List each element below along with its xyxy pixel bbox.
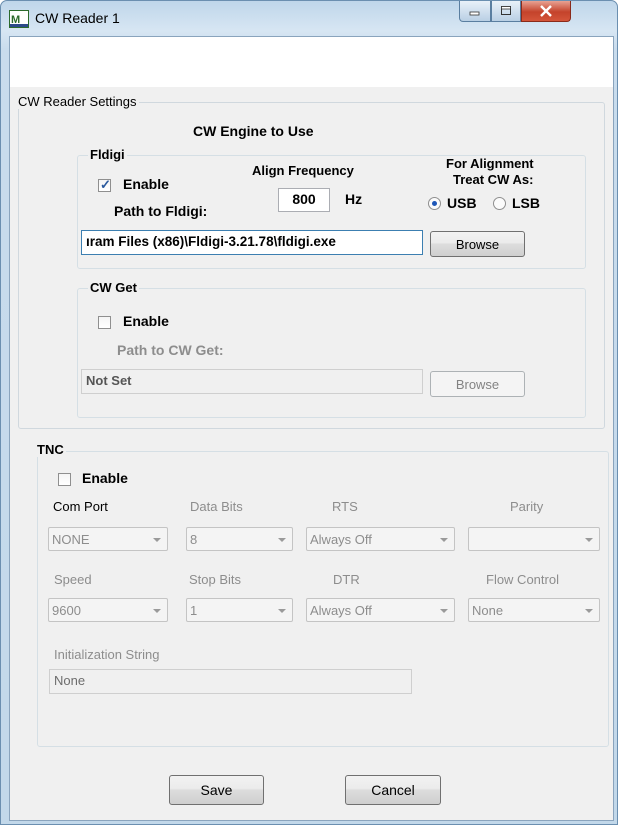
cwget-enable-checkbox[interactable]	[98, 316, 111, 329]
save-button[interactable]: Save	[169, 775, 264, 805]
align-frequency-input[interactable]: 800	[278, 188, 330, 212]
lsb-radio[interactable]	[493, 197, 506, 210]
cw-reader-settings-label: CW Reader Settings	[16, 94, 139, 109]
minimize-button[interactable]	[459, 1, 491, 22]
fldigi-enable-label: Enable	[123, 176, 169, 192]
dtr-select[interactable]: Always Off	[306, 598, 455, 622]
tnc-enable-checkbox[interactable]	[58, 473, 71, 486]
engine-heading: CW Engine to Use	[193, 123, 314, 139]
stop-bits-label: Stop Bits	[189, 572, 242, 587]
lsb-label: LSB	[512, 195, 540, 211]
init-string-label: Initialization String	[54, 647, 160, 662]
app-icon: M	[9, 10, 29, 28]
window-frame: M CW Reader 1 CW Reader Settings CW Engi…	[0, 0, 618, 825]
path-to-cwget-label: Path to CW Get:	[117, 342, 224, 358]
checkmark-icon: ✓	[100, 177, 111, 192]
init-string-input[interactable]: None	[49, 669, 412, 694]
dtr-value: Always Off	[310, 603, 372, 618]
fldigi-path-input[interactable]: ıram Files (x86)\Fldigi-3.21.78\fldigi.e…	[81, 230, 423, 255]
chevron-down-icon	[278, 609, 286, 613]
tnc-label: TNC	[35, 442, 66, 457]
stop-bits-value: 1	[190, 603, 198, 618]
cwget-label: CW Get	[88, 280, 139, 295]
flow-control-select[interactable]: None	[468, 598, 600, 622]
caption-buttons	[459, 1, 571, 23]
speed-value: 9600	[52, 603, 81, 618]
close-button[interactable]	[521, 1, 571, 22]
for-alignment-label: For Alignment	[446, 156, 534, 171]
speed-label: Speed	[54, 572, 92, 587]
minimize-icon	[469, 11, 480, 16]
radio-selected-dot	[432, 201, 437, 206]
fldigi-browse-button[interactable]: Browse	[430, 231, 525, 257]
chevron-down-icon	[278, 538, 286, 542]
usb-label: USB	[447, 195, 477, 211]
rts-label: RTS	[332, 499, 358, 514]
fldigi-label: Fldigi	[88, 147, 127, 162]
data-bits-select[interactable]: 8	[186, 527, 293, 551]
chevron-down-icon	[585, 609, 593, 613]
flow-control-value: None	[472, 603, 504, 618]
maximize-icon	[501, 6, 511, 15]
parity-select[interactable]	[468, 527, 600, 551]
chevron-down-icon	[153, 538, 161, 542]
hz-label: Hz	[345, 191, 363, 207]
data-bits-value: 8	[190, 532, 198, 547]
cwget-path-input[interactable]: Not Set	[81, 369, 423, 394]
path-to-fldigi-label: Path to Fldigi:	[114, 203, 208, 219]
title-bar[interactable]: M CW Reader 1	[1, 1, 617, 35]
usb-radio[interactable]	[428, 197, 441, 210]
menu-strip-area	[10, 37, 613, 87]
window-title: CW Reader 1	[35, 10, 120, 26]
data-bits-label: Data Bits	[190, 499, 243, 514]
com-port-label: Com Port	[53, 499, 108, 514]
close-icon	[540, 5, 552, 17]
dtr-label: DTR	[333, 572, 360, 587]
rts-select[interactable]: Always Off	[306, 527, 455, 551]
flow-control-label: Flow Control	[486, 572, 559, 587]
tnc-enable-label: Enable	[82, 470, 128, 486]
treat-cw-as-label: Treat CW As:	[453, 172, 534, 187]
chevron-down-icon	[153, 609, 161, 613]
speed-select[interactable]: 9600	[48, 598, 168, 622]
chevron-down-icon	[440, 538, 448, 542]
client-area: CW Reader Settings CW Engine to Use Fldi…	[9, 36, 614, 821]
align-frequency-label: Align Frequency	[252, 163, 354, 178]
parity-label: Parity	[510, 499, 544, 514]
com-port-value: NONE	[52, 532, 90, 547]
cwget-enable-label: Enable	[123, 313, 169, 329]
fldigi-enable-checkbox[interactable]: ✓	[98, 177, 111, 192]
cancel-button[interactable]: Cancel	[345, 775, 441, 805]
chevron-down-icon	[440, 609, 448, 613]
rts-value: Always Off	[310, 532, 372, 547]
cwget-browse-button[interactable]: Browse	[430, 371, 525, 397]
chevron-down-icon	[585, 538, 593, 542]
com-port-select[interactable]: NONE	[48, 527, 168, 551]
maximize-button[interactable]	[491, 1, 521, 22]
stop-bits-select[interactable]: 1	[186, 598, 293, 622]
